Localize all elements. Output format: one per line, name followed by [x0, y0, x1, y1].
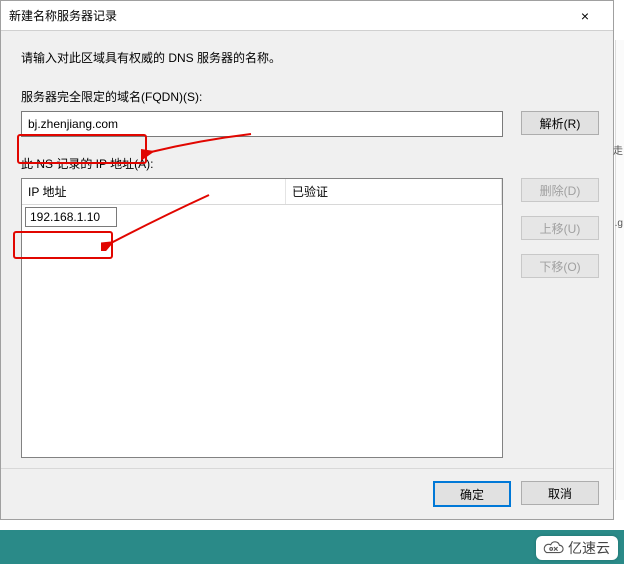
close-button[interactable]: × — [565, 2, 605, 30]
ip-section: IP 地址 已验证 删除(D) 上移(U) 下移(O) — [21, 178, 599, 458]
cloud-icon — [542, 540, 564, 556]
resolve-button[interactable]: 解析(R) — [521, 111, 599, 135]
watermark: 亿速云 — [536, 536, 618, 560]
side-buttons: 删除(D) 上移(U) 下移(O) — [521, 178, 599, 278]
fqdn-label: 服务器完全限定的域名(FQDN)(S): — [21, 88, 599, 105]
edge-text-b: .g — [615, 218, 623, 229]
ip-table: IP 地址 已验证 — [21, 178, 503, 458]
dialog-window: 新建名称服务器记录 × 请输入对此区域具有权威的 DNS 服务器的名称。 服务器… — [0, 0, 614, 520]
ip-table-header: IP 地址 已验证 — [22, 179, 502, 205]
delete-button[interactable]: 删除(D) — [521, 178, 599, 202]
cell-ip — [22, 205, 286, 229]
dialog-footer: 确定 取消 — [1, 468, 613, 519]
close-icon: × — [581, 8, 589, 24]
ip-table-body — [22, 205, 502, 457]
table-row[interactable] — [22, 205, 502, 229]
instruction-text: 请输入对此区域具有权威的 DNS 服务器的名称。 — [21, 49, 599, 66]
cancel-button[interactable]: 取消 — [521, 481, 599, 505]
move-up-button[interactable]: 上移(U) — [521, 216, 599, 240]
titlebar: 新建名称服务器记录 × — [1, 1, 613, 31]
watermark-text: 亿速云 — [568, 538, 610, 558]
edge-text-a: 走 — [613, 142, 623, 157]
dialog-title: 新建名称服务器记录 — [9, 7, 117, 24]
fqdn-input[interactable] — [21, 111, 503, 137]
page-background-strip — [0, 530, 624, 564]
col-header-ip[interactable]: IP 地址 — [22, 179, 286, 204]
col-header-verified[interactable]: 已验证 — [286, 179, 502, 204]
background-edge: 走 .g — [615, 40, 624, 500]
dialog-content: 请输入对此区域具有权威的 DNS 服务器的名称。 服务器完全限定的域名(FQDN… — [1, 31, 613, 468]
cell-verified — [286, 205, 502, 229]
ip-edit-input[interactable] — [25, 207, 117, 227]
ok-button[interactable]: 确定 — [433, 481, 511, 507]
fqdn-row: 解析(R) — [21, 111, 599, 137]
ip-section-label: 此 NS 记录的 IP 地址(A): — [21, 155, 599, 172]
move-down-button[interactable]: 下移(O) — [521, 254, 599, 278]
